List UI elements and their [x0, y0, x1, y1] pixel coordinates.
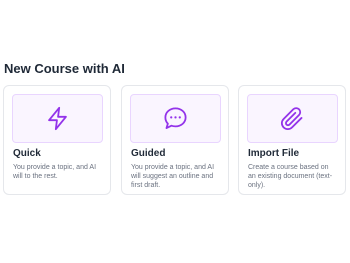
guided-option-description: You provide a topic, and AI will suggest…	[131, 164, 215, 189]
import-file-option-description: Create a course based on an existing doc…	[248, 164, 333, 189]
quick-icon-box	[12, 94, 103, 143]
lightning-icon	[48, 106, 67, 131]
quick-option-description: You provide a topic, and AI will to the …	[13, 164, 97, 180]
guided-option-title: Guided	[131, 148, 166, 159]
guided-option-card[interactable]: Guided You provide a topic, and AI will …	[121, 85, 229, 195]
course-options: Quick You provide a topic, and AI will t…	[3, 85, 347, 197]
import-file-option-card[interactable]: Import File Create a course based on an …	[238, 85, 346, 195]
page-title: New Course with AI	[4, 61, 125, 76]
quick-option-card[interactable]: Quick You provide a topic, and AI will t…	[3, 85, 111, 195]
import-file-option-title: Import File	[248, 148, 300, 159]
quick-option-title: Quick	[13, 148, 41, 159]
import-file-icon-box	[247, 94, 338, 143]
paperclip-icon	[280, 107, 303, 131]
guided-icon-box	[130, 94, 221, 143]
chat-bubble-icon	[164, 107, 187, 129]
